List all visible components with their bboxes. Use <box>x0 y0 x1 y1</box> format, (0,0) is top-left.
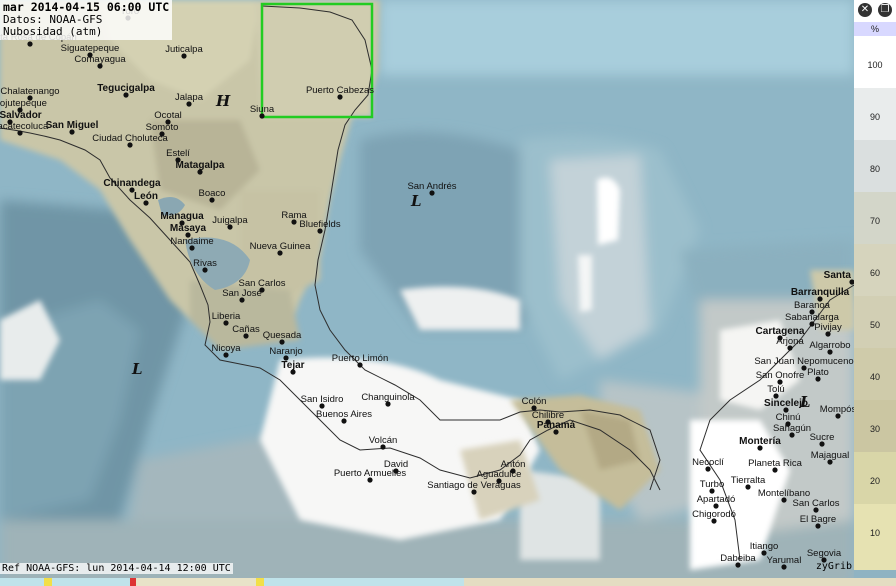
city-label: Somoto <box>146 122 179 133</box>
city-label: Nicoya <box>211 343 241 354</box>
city-label: Barranquilla <box>791 287 850 298</box>
city-label: Chigorodó <box>692 509 736 520</box>
city-label: Mompós <box>820 404 854 415</box>
close-icon[interactable]: ✕ <box>858 3 872 17</box>
city-label: Jalapa <box>175 92 204 103</box>
legend-tick: 20 <box>869 476 880 486</box>
legend-tick: 70 <box>869 216 880 226</box>
city-label: Cañas <box>232 324 260 335</box>
restore-icon[interactable]: ❐ <box>878 3 892 17</box>
city-label: San José <box>222 288 262 299</box>
window-buttons: ✕ ❐ <box>854 0 896 22</box>
city-label: Quesada <box>263 330 302 341</box>
city-label: Comayagua <box>74 54 126 65</box>
city-label: San Salvador <box>0 110 42 121</box>
city-label: Nueva Guinea <box>250 241 311 252</box>
city-label: Matagalpa <box>176 160 225 171</box>
city-label: Colón <box>522 396 547 407</box>
city-label: Plato <box>807 367 829 378</box>
city-label: Algarrobo <box>809 340 850 351</box>
city-label: Segovia <box>807 548 842 559</box>
city-label: Ciudad Choluteca <box>92 133 168 144</box>
city-label: San Isidro <box>301 394 344 405</box>
city-label: Zacatecoluca <box>0 121 49 132</box>
legend-tick: 60 <box>869 268 880 278</box>
cloud-cover-map[interactable]: H L L L YoroSanta Rosa de CopánSiguatepe… <box>0 0 854 586</box>
legend-tick: 80 <box>869 164 880 174</box>
city-label: Rivas <box>193 258 217 269</box>
city-label: Turbo <box>700 479 724 490</box>
app-name: zyGrib <box>815 561 852 572</box>
city-label: Sahagún <box>773 423 811 434</box>
legend-unit: % <box>870 24 879 34</box>
city-label: Chinandega <box>103 178 161 189</box>
city-label: Panamá <box>537 420 576 431</box>
city-label: Pivijay <box>814 322 842 333</box>
city-label: Sincelejo <box>764 398 808 409</box>
city-label: Volcán <box>369 435 398 446</box>
city-label: Majagual <box>811 450 850 461</box>
city-label: Buenos Aires <box>316 409 372 420</box>
city-label: Puerto Limón <box>332 353 389 364</box>
city-label: Juticalpa <box>165 44 203 55</box>
city-label: Necoclí <box>692 457 724 468</box>
legend-tick: 40 <box>869 372 880 382</box>
city-label: Managua <box>160 211 204 222</box>
city-label: Tegucigalpa <box>97 83 155 94</box>
city-label: Baranoa <box>794 300 831 311</box>
variable-name: Nubosidad (atm) <box>3 25 103 38</box>
legend-tick: 100 <box>867 60 883 70</box>
low-pressure-marker: L <box>131 360 143 378</box>
city-label: Apartadó <box>697 494 736 505</box>
city-label: León <box>134 191 158 202</box>
city-label: Tolú <box>767 384 784 395</box>
city-label: Arjona <box>776 336 804 347</box>
city-label: Tierralta <box>731 475 766 486</box>
city-label: Planeta Rica <box>748 458 803 469</box>
low-pressure-marker: L <box>410 192 422 210</box>
legend-tick: 10 <box>869 528 880 538</box>
city-label: Santiago de Veraguas <box>427 480 521 491</box>
city-label: Siguatepeque <box>61 43 120 54</box>
city-label: San Onofre <box>756 370 805 381</box>
legend-tick: 30 <box>869 424 880 434</box>
city-label: Antón <box>501 459 526 470</box>
city-label: Changuinola <box>361 392 415 403</box>
city-label: Chalatenango <box>0 86 59 97</box>
city-label: Estelí <box>166 148 190 159</box>
high-pressure-marker: H <box>215 92 231 110</box>
city-label: San Carlos <box>793 498 840 509</box>
city-label: Liberia <box>212 311 241 322</box>
color-legend <box>854 22 896 570</box>
city-label: Boaco <box>199 188 226 199</box>
city-label: Montería <box>739 436 781 447</box>
city-label: Chinú <box>776 412 801 423</box>
city-label: San Miguel <box>46 120 99 131</box>
status-bar <box>0 578 896 586</box>
legend-tick: 50 <box>869 320 880 330</box>
city-label: Yarumal <box>767 555 802 566</box>
city-label: Cojutepeque <box>0 98 47 109</box>
city-label: Siuna <box>250 104 275 115</box>
city-label: Nandaime <box>170 236 213 247</box>
city-label: El Bagre <box>800 514 836 525</box>
city-label: Bluefields <box>299 219 340 230</box>
city-label: Puerto Cabezas <box>306 85 374 96</box>
city-label: Naranjo <box>269 346 302 357</box>
city-label: Masaya <box>170 223 207 234</box>
city-label: Tejar <box>281 360 304 371</box>
city-label: Puerto Armuelles <box>334 468 407 479</box>
forecast-datetime: mar 2014-04-15 06:00 UTC <box>3 0 170 14</box>
city-label: Ocotal <box>154 110 181 121</box>
city-label: Juigalpa <box>212 215 248 226</box>
legend-tick: 90 <box>869 112 880 122</box>
map-info-header: mar 2014-04-15 06:00 UTC Datos: NOAA-GFS… <box>0 0 173 40</box>
city-label: San Juan Nepomuceno <box>754 356 853 367</box>
city-label: Itiango <box>750 541 779 552</box>
city-label: Sucre <box>810 432 835 443</box>
reference-run: Ref NOAA-GFS: lun 2014-04-14 12:00 UTC <box>0 563 233 574</box>
city-label: Santa Marta <box>824 270 854 281</box>
city-label: San Andrés <box>407 181 456 192</box>
city-label: Dabeiba <box>720 553 756 564</box>
